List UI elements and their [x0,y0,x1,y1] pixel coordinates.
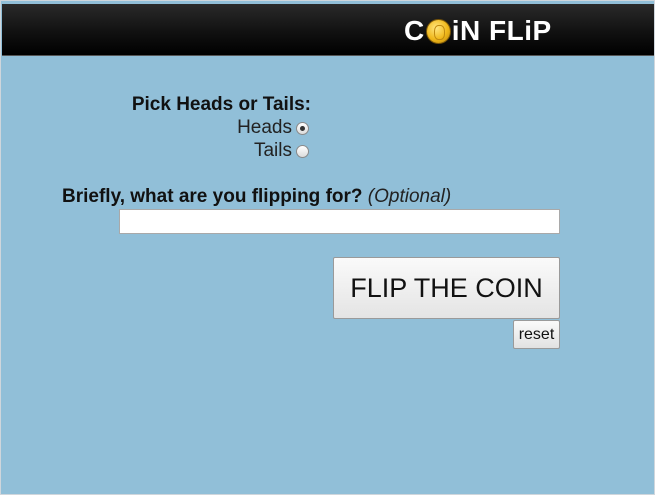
reason-input[interactable] [119,209,560,234]
tails-option[interactable]: Tails [121,140,311,162]
heads-option[interactable]: Heads [121,117,311,139]
tails-radio[interactable] [296,144,309,158]
page: C iN FLiP Pick Heads or Tails: Heads Tai… [0,0,655,495]
logo-text-start: C [404,15,425,46]
gold-coin-icon [425,18,451,44]
reset-button[interactable]: reset [513,320,560,349]
flip-coin-button[interactable]: FLIP THE COIN [333,257,560,319]
site-logo[interactable]: C iN FLiP [404,14,552,48]
tails-label: Tails [253,140,292,161]
reason-label: Briefly, what are you flipping for? (Opt… [62,186,451,208]
heads-radio[interactable] [296,121,309,135]
heads-label: Heads [237,117,292,138]
reason-optional-hint: (Optional) [367,186,452,207]
logo-text-end: iN FLiP [451,15,552,46]
reason-label-text: Briefly, what are you flipping for? [62,186,363,207]
pick-label: Pick Heads or Tails: [131,94,311,115]
header-bar: C iN FLiP [2,4,654,56]
